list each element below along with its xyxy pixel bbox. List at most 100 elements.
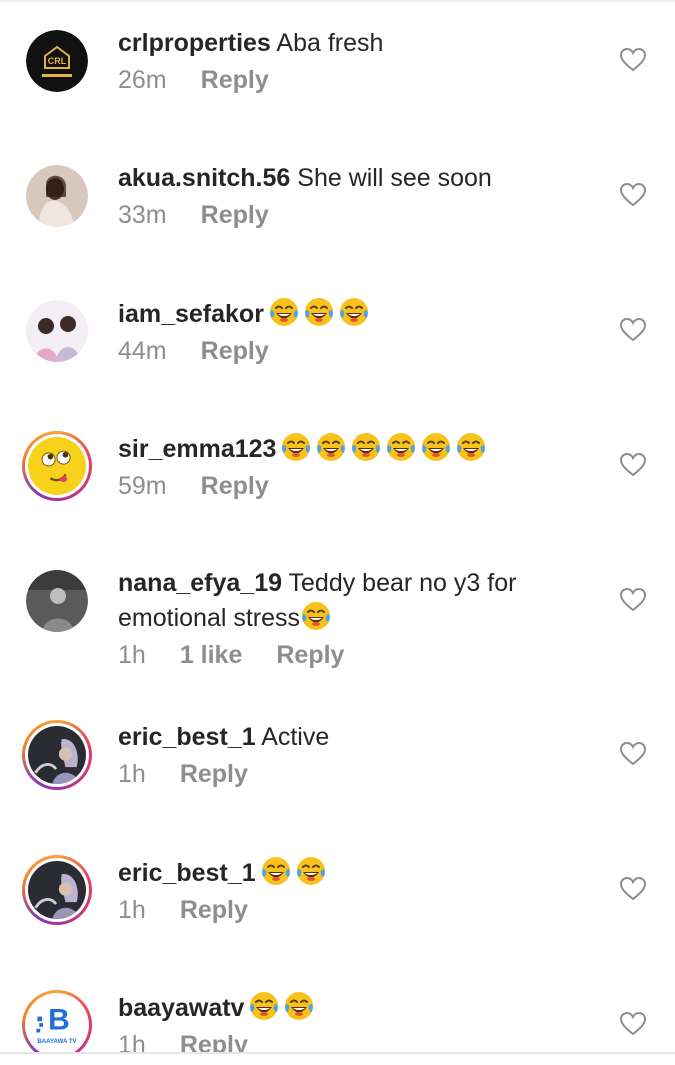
person-photo-icon bbox=[26, 165, 88, 227]
comment-time: 1h bbox=[118, 896, 146, 924]
comment-time: 1h bbox=[118, 641, 146, 669]
comment-meta: 1h Reply bbox=[118, 760, 568, 789]
emoji-group bbox=[248, 990, 315, 1022]
heart-outline-icon[interactable] bbox=[620, 1012, 646, 1036]
face-with-tears-of-joy-emoji bbox=[339, 298, 368, 326]
emoji-face-icon bbox=[28, 437, 86, 495]
comment-meta: 44m Reply bbox=[118, 337, 568, 366]
reply-button[interactable]: Reply bbox=[201, 337, 269, 366]
comment-body: nana_efya_19 Teddy bear no y3 for emotio… bbox=[118, 566, 568, 670]
comment-message: Aba fresh bbox=[276, 29, 384, 57]
heart-outline-icon[interactable] bbox=[620, 183, 646, 207]
reply-button[interactable]: Reply bbox=[276, 641, 344, 670]
emoji-group bbox=[300, 600, 332, 632]
heart-outline-icon[interactable] bbox=[620, 48, 646, 72]
comment-time: 1h bbox=[118, 760, 146, 788]
comment-username[interactable]: eric_best_1 bbox=[118, 723, 256, 751]
comment-text: nana_efya_19 Teddy bear no y3 for emotio… bbox=[118, 566, 568, 635]
comment-text: eric_best_1 bbox=[118, 855, 568, 890]
emoji-group bbox=[280, 431, 487, 463]
comment-time: 1h bbox=[118, 1031, 146, 1052]
reply-button[interactable]: Reply bbox=[201, 472, 269, 501]
comment-list[interactable]: CRL crlproperties Aba fresh 26m Reply ak… bbox=[0, 0, 675, 1052]
avatar[interactable] bbox=[26, 570, 88, 632]
b-logo-icon: B BAAYAWA TV bbox=[28, 996, 86, 1052]
comment-text: eric_best_1 Active bbox=[118, 720, 568, 754]
reply-button[interactable]: Reply bbox=[180, 896, 248, 925]
svg-text:CRL: CRL bbox=[48, 56, 67, 66]
comment-body: eric_best_1 1h Reply bbox=[118, 855, 568, 925]
comment-username[interactable]: iam_sefakor bbox=[118, 300, 264, 328]
avatar[interactable] bbox=[26, 165, 88, 227]
comment-time: 33m bbox=[118, 201, 167, 229]
comment-meta: 1h Reply bbox=[118, 896, 568, 925]
reply-button[interactable]: Reply bbox=[201, 201, 269, 230]
face-with-tears-of-joy-emoji bbox=[352, 433, 381, 461]
reply-button[interactable]: Reply bbox=[201, 66, 269, 95]
comment-time: 44m bbox=[118, 337, 167, 365]
comment-message: She will see soon bbox=[297, 164, 492, 192]
avatar[interactable]: CRL bbox=[26, 30, 88, 92]
avatar-with-story-ring[interactable] bbox=[22, 720, 92, 790]
comment-meta: 1h Reply bbox=[118, 1031, 568, 1052]
comment-body: baayawatv 1h Reply bbox=[118, 990, 568, 1052]
dark-photo-icon bbox=[28, 861, 86, 919]
face-with-tears-of-joy-emoji bbox=[282, 433, 311, 461]
dark-photo-icon bbox=[28, 726, 86, 784]
heart-outline-icon[interactable] bbox=[620, 877, 646, 901]
comment-username[interactable]: akua.snitch.56 bbox=[118, 164, 290, 192]
face-with-tears-of-joy-emoji bbox=[387, 433, 416, 461]
two-people-photo-icon bbox=[26, 300, 88, 362]
comment-username[interactable]: sir_emma123 bbox=[118, 435, 276, 463]
comment-text: akua.snitch.56 She will see soon bbox=[118, 161, 568, 195]
face-with-tears-of-joy-emoji bbox=[304, 298, 333, 326]
avatar-with-story-ring[interactable] bbox=[22, 431, 92, 501]
comment-body: sir_emma123 59m Reply bbox=[118, 431, 568, 501]
bottom-divider bbox=[0, 1052, 675, 1054]
face-with-tears-of-joy-emoji bbox=[261, 857, 290, 885]
avatar-with-story-ring[interactable]: B BAAYAWA TV bbox=[22, 990, 92, 1052]
comment-meta: 33m Reply bbox=[118, 201, 568, 230]
grey-photo-icon bbox=[26, 570, 88, 632]
comment-message: Active bbox=[261, 723, 330, 751]
comment-username[interactable]: eric_best_1 bbox=[118, 859, 256, 887]
comment-body: iam_sefakor 44m Reply bbox=[118, 296, 568, 366]
comment-username[interactable]: nana_efya_19 bbox=[118, 569, 282, 597]
crl-logo-icon: CRL bbox=[26, 30, 88, 92]
comment-body: crlproperties Aba fresh 26m Reply bbox=[118, 26, 568, 95]
face-with-tears-of-joy-emoji bbox=[296, 857, 325, 885]
comment-text: baayawatv bbox=[118, 990, 568, 1025]
face-with-tears-of-joy-emoji bbox=[250, 992, 279, 1020]
comment-text: crlproperties Aba fresh bbox=[118, 26, 568, 60]
comment-body: akua.snitch.56 She will see soon 33m Rep… bbox=[118, 161, 568, 230]
face-with-tears-of-joy-emoji bbox=[317, 433, 346, 461]
heart-outline-icon[interactable] bbox=[620, 742, 646, 766]
avatar-caption: BAAYAWA TV bbox=[37, 1038, 77, 1045]
comment-time: 26m bbox=[118, 66, 167, 94]
reply-button[interactable]: Reply bbox=[180, 1031, 248, 1052]
face-with-tears-of-joy-emoji bbox=[457, 433, 486, 461]
heart-outline-icon[interactable] bbox=[620, 318, 646, 342]
reply-button[interactable]: Reply bbox=[180, 760, 248, 789]
comment-username[interactable]: crlproperties bbox=[118, 29, 271, 57]
face-with-tears-of-joy-emoji bbox=[302, 602, 331, 630]
face-with-tears-of-joy-emoji bbox=[422, 433, 451, 461]
heart-outline-icon[interactable] bbox=[620, 453, 646, 477]
comment-time: 59m bbox=[118, 472, 167, 500]
likes-count-button[interactable]: 1 like bbox=[180, 641, 243, 670]
face-with-tears-of-joy-emoji bbox=[285, 992, 314, 1020]
face-with-tears-of-joy-emoji bbox=[269, 298, 298, 326]
comment-text: sir_emma123 bbox=[118, 431, 568, 466]
heart-outline-icon[interactable] bbox=[620, 588, 646, 612]
comment-username[interactable]: baayawatv bbox=[118, 994, 244, 1022]
comment-text: iam_sefakor bbox=[118, 296, 568, 331]
avatar-with-story-ring[interactable] bbox=[22, 855, 92, 925]
emoji-group bbox=[268, 296, 370, 328]
comment-meta: 26m Reply bbox=[118, 66, 568, 95]
emoji-group bbox=[260, 855, 327, 887]
comment-body: eric_best_1 Active 1h Reply bbox=[118, 720, 568, 789]
avatar[interactable] bbox=[26, 300, 88, 362]
svg-text:B: B bbox=[48, 1004, 70, 1037]
comment-meta: 59m Reply bbox=[118, 472, 568, 501]
comment-meta: 1h 1 like Reply bbox=[118, 641, 568, 670]
